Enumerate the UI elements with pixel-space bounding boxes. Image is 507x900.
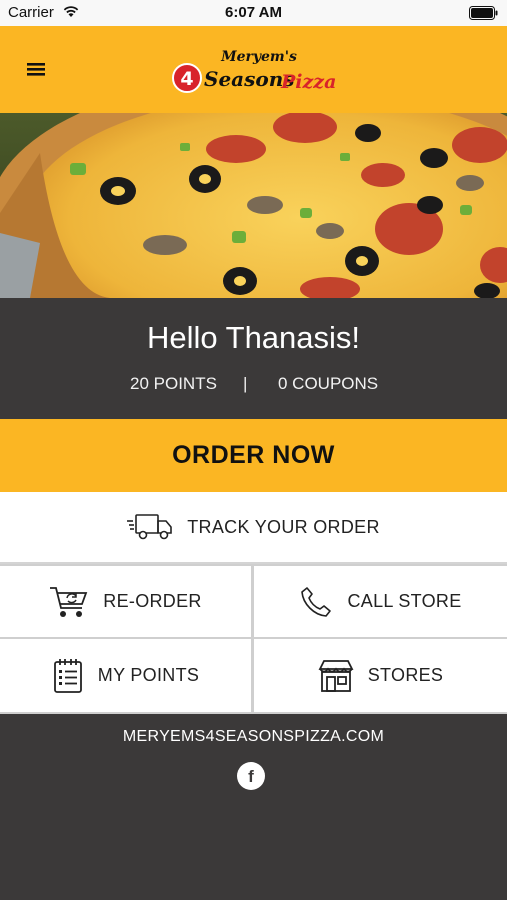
phone-icon: [301, 586, 332, 617]
hero-pizza-image: [0, 113, 507, 298]
delivery-truck-icon: [127, 514, 173, 540]
track-order-label: TRACK YOUR ORDER: [187, 516, 380, 537]
battery-icon: [469, 6, 498, 20]
stats-separator: |: [243, 374, 248, 393]
clock: 6:07 AM: [225, 4, 282, 21]
order-now-button[interactable]: ORDER NOW: [0, 419, 507, 492]
svg-text:Pizza: Pizza: [280, 71, 336, 93]
track-order-button[interactable]: TRACK YOUR ORDER: [0, 492, 507, 564]
cart-refresh-icon: [50, 586, 88, 617]
reorder-button[interactable]: RE-ORDER: [0, 566, 251, 637]
svg-text:4: 4: [180, 68, 193, 90]
call-store-label: CALL STORE: [347, 591, 462, 611]
points-notepad-icon: [53, 658, 82, 693]
stores-label: STORES: [367, 665, 444, 685]
user-summary-panel: Hello Thanasis! 20 POINTS | 0 COUPONS: [0, 298, 507, 419]
brand-logo: 4 Meryem's Seasons Pizza: [172, 49, 336, 93]
reorder-label: RE-ORDER: [103, 591, 202, 611]
footer: MERYEMS4SEASONSPIZZA.COM f: [0, 714, 507, 900]
svg-text:Meryem's: Meryem's: [220, 49, 297, 65]
status-bar: Carrier 6:07 AM: [0, 0, 507, 26]
app-header: 4 Meryem's Seasons Pizza: [0, 26, 507, 113]
hamburger-menu-icon[interactable]: [27, 61, 47, 77]
points-count: 20 POINTS: [130, 374, 217, 393]
my-points-button[interactable]: MY POINTS: [0, 639, 251, 712]
call-store-button[interactable]: CALL STORE: [254, 566, 507, 637]
greeting-text: Hello Thanasis!: [146, 320, 361, 355]
website-link[interactable]: MERYEMS4SEASONSPIZZA.COM: [0, 728, 507, 746]
facebook-icon[interactable]: f: [237, 762, 265, 790]
stores-button[interactable]: STORES: [254, 639, 507, 712]
my-points-label: MY POINTS: [97, 665, 200, 685]
storefront-icon: [318, 659, 354, 692]
coupons-count: 0 COUPONS: [278, 374, 379, 393]
